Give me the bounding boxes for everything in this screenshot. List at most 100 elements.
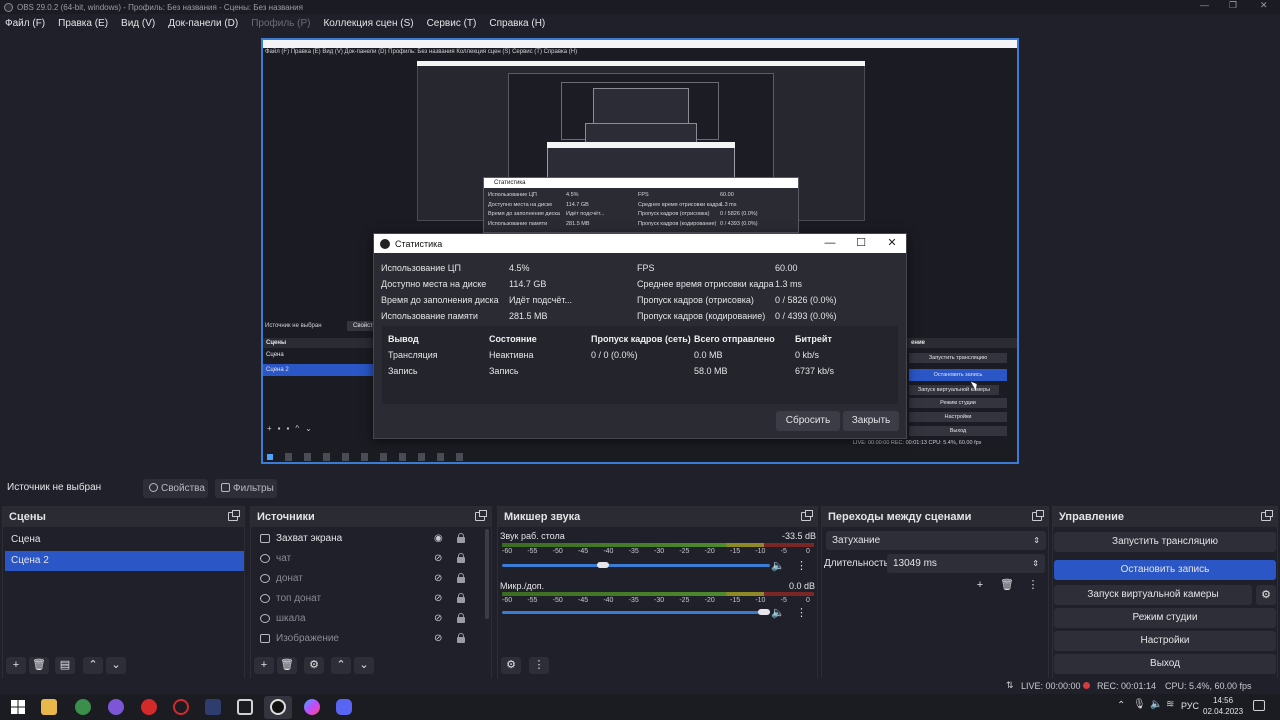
transition-menu-button[interactable]: ⋮ [1023,577,1043,594]
volume-slider[interactable] [502,562,770,568]
nested-ctl-3: Режим студии [909,398,1007,408]
discord-icon[interactable] [336,699,352,715]
filters-button[interactable]: Фильтры [215,479,277,498]
menu-docks[interactable]: Док-панели (D) [168,18,238,29]
mixer-menu-button[interactable]: ⋮ [529,657,549,674]
reset-button[interactable]: Сбросить [776,411,840,431]
slider-knob[interactable] [758,609,770,615]
move-up-button[interactable]: ⌃ [83,657,103,674]
add-source-button[interactable]: + [254,657,274,674]
nested-taskbar [263,450,1017,462]
lock-icon[interactable] [457,633,465,643]
scene-item-selected[interactable]: Сцена 2 [5,551,244,571]
add-scene-button[interactable]: + [6,657,26,674]
eye-hidden-icon[interactable]: ⊘ [434,553,445,564]
menu-help[interactable]: Справка (H) [489,18,545,29]
minimize-icon[interactable]: — [1200,0,1209,10]
remove-transition-button[interactable]: 🗑 [997,577,1017,594]
eye-hidden-icon[interactable]: ⊘ [434,633,445,644]
source-item[interactable]: чат ⊘ [255,549,483,569]
obs-icon[interactable] [270,699,286,715]
transition-select[interactable]: Затухание ⇕ [826,531,1046,550]
spin-arrows-icon[interactable]: ⇕ [1032,554,1039,573]
duration-spinbox[interactable]: 13049 ms ⇕ [887,554,1045,573]
start-streaming-button[interactable]: Запустить трансляцию [1054,532,1276,552]
menu-tools[interactable]: Сервис (T) [427,18,477,29]
source-item[interactable]: донат ⊘ [255,569,483,589]
file-explorer-icon[interactable] [41,699,57,715]
lock-icon[interactable] [457,573,465,583]
volume-icon[interactable]: 🔈 [1150,699,1162,710]
undock-icon[interactable] [1032,510,1044,521]
sources-scrollbar[interactable] [485,529,489,619]
microphone-icon[interactable]: 🎙 [1133,699,1146,710]
menu-view[interactable]: Вид (V) [121,18,155,29]
source-item[interactable]: Захват экрана ◉ [255,529,483,549]
source-item[interactable]: Изображение ⊘ [255,629,483,649]
source-item[interactable]: шкала ⊘ [255,609,483,629]
menu-profile[interactable]: Профиль (P) [251,18,310,29]
exit-button[interactable]: Выход [1054,654,1276,674]
gear-icon[interactable]: ⚙ [1256,585,1276,605]
lock-icon[interactable] [457,533,465,543]
move-down-button[interactable]: ⌄ [106,657,126,674]
scene-filters-button[interactable]: ▤ [55,657,75,674]
undock-icon[interactable] [475,510,487,521]
source-properties-button[interactable]: ⚙ [304,657,324,674]
move-up-button[interactable]: ⌃ [331,657,351,674]
lock-icon[interactable] [457,553,465,563]
studio-mode-button[interactable]: Режим студии [1054,608,1276,628]
add-transition-button[interactable]: + [970,577,990,594]
stop-recording-button[interactable]: Остановить запись [1054,560,1276,580]
volume-slider[interactable] [502,609,770,615]
scene-item[interactable]: Сцена [5,530,244,550]
language-indicator[interactable]: РУС [1181,701,1199,711]
speaker-icon[interactable]: 🔈 [771,606,785,619]
remove-scene-button[interactable]: 🗑 [29,657,49,674]
eye-hidden-icon[interactable]: ⊘ [434,593,445,604]
undock-icon[interactable] [801,510,813,521]
close-icon[interactable]: ✕ [877,234,907,253]
opera-icon[interactable] [173,699,189,715]
eye-icon[interactable]: ◉ [434,533,445,544]
lock-icon[interactable] [457,613,465,623]
start-virtual-camera-button[interactable]: Запуск виртуальной камеры [1054,585,1252,605]
chrome-icon[interactable] [75,699,91,715]
browser-icon[interactable] [304,699,320,715]
chevron-up-icon[interactable]: ⌃ [1117,700,1125,711]
source-item[interactable]: топ донат ⊘ [255,589,483,609]
remove-source-button[interactable]: 🗑 [277,657,297,674]
menu-file[interactable]: Файл (F) [5,18,45,29]
close-icon[interactable]: ✕ [1260,0,1268,11]
eye-hidden-icon[interactable]: ⊘ [434,573,445,584]
maximize-icon[interactable]: ❐ [1229,0,1237,11]
meter-tick-label: -40 [603,597,614,604]
settings-button[interactable]: Настройки [1054,631,1276,651]
undock-icon[interactable] [1261,510,1273,521]
opera-gx-icon[interactable] [141,699,157,715]
channel-menu-icon[interactable]: ⋮ [796,606,807,619]
editor-icon[interactable] [237,699,253,715]
windows-start-icon[interactable] [11,700,25,714]
eye-hidden-icon[interactable]: ⊘ [434,613,445,624]
clock-time[interactable]: 14:56 [1213,696,1233,705]
mixer-settings-button[interactable]: ⚙ [501,657,521,674]
properties-button[interactable]: Свойства [143,479,208,498]
slider-knob[interactable] [596,562,609,568]
app-icon[interactable] [205,699,221,715]
menu-edit[interactable]: Правка (E) [58,18,108,29]
wifi-icon[interactable]: ≋ [1166,699,1174,710]
speaker-icon[interactable]: 🔈 [771,559,785,572]
close-button[interactable]: Закрыть [843,411,899,431]
maximize-icon[interactable]: ☐ [846,234,876,253]
meter-tick-label: -45 [578,597,589,604]
channel-menu-icon[interactable]: ⋮ [796,559,807,572]
lock-icon[interactable] [457,593,465,603]
notifications-icon[interactable] [1253,700,1265,711]
move-down-button[interactable]: ⌄ [354,657,374,674]
minimize-icon[interactable]: — [815,234,845,253]
menu-scene-collection[interactable]: Коллекция сцен (S) [323,18,413,29]
undock-icon[interactable] [228,510,240,521]
clock-date[interactable]: 02.04.2023 [1203,707,1243,716]
viber-icon[interactable] [108,699,124,715]
